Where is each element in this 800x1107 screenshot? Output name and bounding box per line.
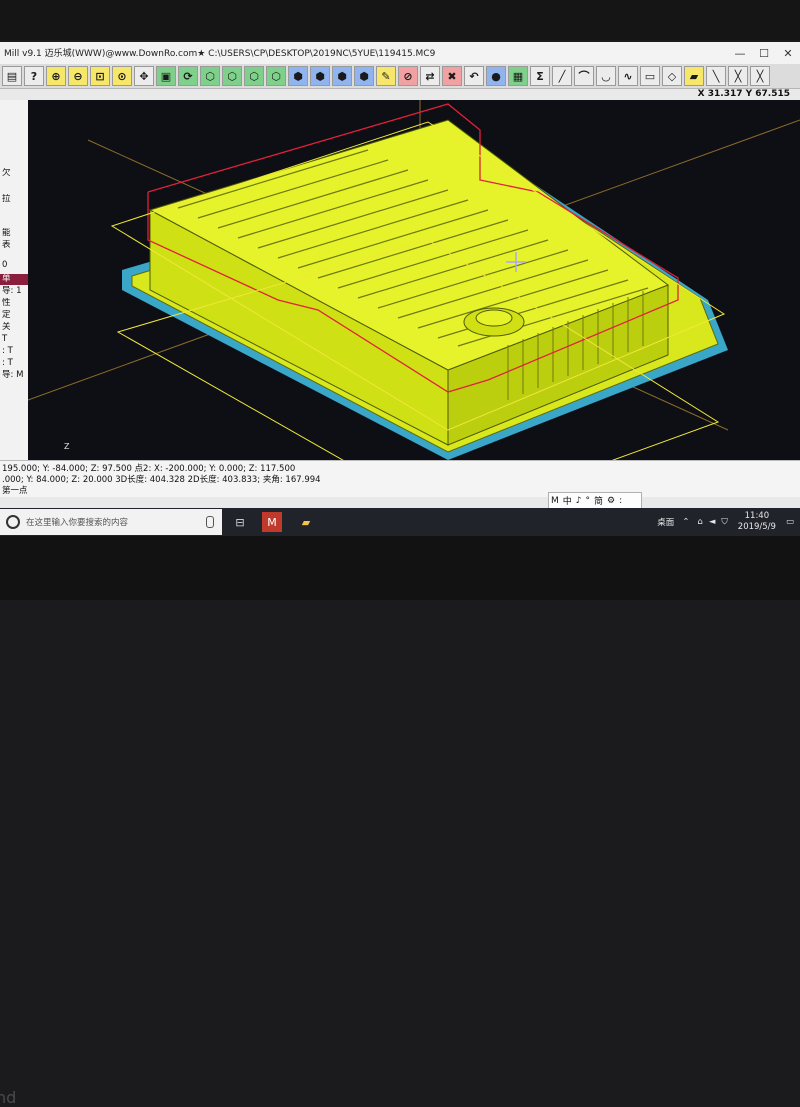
clock[interactable]: 11:40 2019/5/9 [738, 511, 776, 533]
sigma-icon[interactable]: Σ [530, 66, 550, 86]
operation-item[interactable]: : T [0, 346, 28, 357]
zoom-window-icon[interactable]: ⊡ [90, 66, 110, 86]
spline-icon[interactable]: ∿ [618, 66, 638, 86]
operation-item[interactable]: 导: 1 [0, 286, 28, 297]
extend-icon[interactable]: ╳ [728, 66, 748, 86]
pencil-icon[interactable]: ✎ [376, 66, 396, 86]
break-icon[interactable]: ╳ [750, 66, 770, 86]
delete-icon[interactable]: ✖ [442, 66, 462, 86]
cube-shaded-icon[interactable]: ⬢ [310, 66, 330, 86]
status-line-2: .000; Y: 84.000; Z: 20.000 3D长度: 404.328… [2, 475, 321, 485]
search-icon [6, 515, 20, 529]
status-prompt: 第一点 [2, 486, 28, 496]
layers-icon[interactable]: ▦ [508, 66, 528, 86]
ime-item[interactable]: 中 [561, 494, 574, 507]
notification-icon[interactable]: ▭ [786, 517, 794, 527]
transform-icon[interactable]: ⇄ [420, 66, 440, 86]
fillet-icon[interactable]: ◡ [596, 66, 616, 86]
close-button[interactable]: ✕ [776, 42, 800, 64]
monitor-brand: nd [0, 1088, 17, 1107]
line-icon[interactable]: ╱ [552, 66, 572, 86]
operations-panel[interactable]: 欠拉能表 0 单导: 1性定关T: T: T 导: M [0, 100, 29, 460]
ime-toolbar[interactable]: M 中 ♪ ° 简 ⚙: [548, 492, 642, 509]
operation-item[interactable]: : T [0, 358, 28, 369]
ime-item[interactable]: ° [584, 496, 593, 506]
operation-item[interactable]: 关 [0, 322, 28, 333]
window-controls: — ☐ ✕ [728, 42, 800, 64]
undo-icon[interactable]: ↶ [464, 66, 484, 86]
operation-item[interactable]: 0 [0, 260, 28, 271]
help-icon[interactable]: ? [24, 66, 44, 86]
security-icon[interactable]: ⛉ [721, 517, 727, 527]
taskbar-search[interactable]: 在这里输入你要搜索的内容 [0, 509, 222, 535]
operation-item[interactable]: 表 [0, 240, 28, 251]
mastercam-taskbar-icon[interactable]: M [262, 512, 282, 532]
maximize-button[interactable]: ☐ [752, 42, 776, 64]
microphone-icon[interactable] [206, 516, 214, 528]
operation-item[interactable]: 拉 [0, 194, 28, 205]
operation-item[interactable]: 能 [0, 228, 28, 239]
redraw-icon[interactable]: ▣ [156, 66, 176, 86]
view-front-icon[interactable]: ⬡ [222, 66, 242, 86]
operation-item[interactable]: 欠 [0, 168, 28, 179]
solid-box-icon[interactable]: ▰ [684, 66, 704, 86]
pan-icon[interactable]: ✥ [134, 66, 154, 86]
sphere-icon[interactable]: ● [486, 66, 506, 86]
file-explorer-icon[interactable]: ▰ [296, 512, 316, 532]
network-icon[interactable]: ⌂ [697, 517, 702, 527]
title-bar: Mill v9.1 迈乐城(WWW)@www.DownRo.com★ C:\US… [0, 42, 800, 65]
part-drawing [28, 100, 800, 460]
window-title: Mill v9.1 迈乐城(WWW)@www.DownRo.com★ C:\US… [4, 49, 436, 59]
operation-item[interactable]: 定 [0, 310, 28, 321]
chamfer-icon[interactable]: ◇ [662, 66, 682, 86]
minimize-button[interactable]: — [728, 42, 752, 64]
zoom-in-icon[interactable]: ⊕ [46, 66, 66, 86]
view-iso-icon[interactable]: ⬡ [266, 66, 286, 86]
tray-chevron-icon[interactable]: ⌃ [682, 517, 689, 527]
cursor-coordinates: X 31.317 Y 67.515 [697, 89, 790, 99]
zoom-out-icon[interactable]: ⊖ [68, 66, 88, 86]
desktop-label[interactable]: 桌面 [657, 516, 674, 528]
graphics-viewport[interactable]: Z [28, 100, 800, 460]
system-tray: 桌面 ⌃ ⌂ ◄ ⛉ 11:40 2019/5/9 ▭ [657, 508, 794, 536]
cube-wire-icon[interactable]: ⬢ [332, 66, 352, 86]
taskbar: 在这里输入你要搜索的内容 ⊟ M ▰ 桌面 ⌃ ⌂ ◄ ⛉ 11:40 2019… [0, 508, 800, 536]
status-area: 195.000; Y: -84.000; Z: 97.500 点2: X: -2… [0, 460, 800, 497]
ime-item[interactable]: M [549, 496, 561, 506]
boss-inner [475, 309, 513, 327]
monitor-bezel-top [0, 0, 800, 40]
ime-item[interactable]: ⚙ [605, 496, 617, 506]
ime-item[interactable]: 简 [592, 494, 605, 507]
operation-item[interactable]: 导: M [0, 370, 28, 381]
axis-z-label: Z [64, 442, 70, 451]
arc-icon[interactable]: ⌒ [574, 66, 594, 86]
view-side-icon[interactable]: ⬡ [244, 66, 264, 86]
rectangle-icon[interactable]: ▭ [640, 66, 660, 86]
zoom-fit-icon[interactable]: ⊙ [112, 66, 132, 86]
repaint-icon[interactable]: ⟳ [178, 66, 198, 86]
clock-time: 11:40 [744, 511, 770, 521]
ime-item[interactable]: ♪ [574, 496, 584, 506]
save-icon[interactable]: ▤ [2, 66, 22, 86]
view-top-icon[interactable]: ⬡ [200, 66, 220, 86]
toolbar: ▤? ⊕ ⊖ ⊡ ⊙ ✥ ▣ ⟳ ⬡ ⬡ ⬡ ⬡ ⬢ ⬢ ⬢ ⬢ ✎ ⊘ ⇄ ✖ ↶ ● ▦ Σ ╱ ⌒ ◡ ∿ ▭ ◇ ▰ ╲ ╳ ╳ [0, 64, 800, 89]
no-entry-icon[interactable]: ⊘ [398, 66, 418, 86]
ime-item[interactable]: : [617, 496, 624, 506]
cube-icon[interactable]: ⬢ [288, 66, 308, 86]
operation-item[interactable]: 单 [0, 274, 28, 285]
task-view-icon[interactable]: ⊟ [230, 512, 250, 532]
operation-item[interactable]: 性 [0, 298, 28, 309]
monitor-bezel-bottom: nd [0, 536, 800, 1107]
screen: Mill v9.1 迈乐城(WWW)@www.DownRo.com★ C:\US… [0, 42, 800, 536]
volume-icon[interactable]: ◄ [709, 517, 716, 527]
clock-date: 2019/5/9 [737, 522, 776, 532]
operation-item[interactable]: T [0, 334, 28, 345]
search-placeholder: 在这里输入你要搜索的内容 [26, 518, 129, 528]
cube-solid-icon[interactable]: ⬢ [354, 66, 374, 86]
trim-icon[interactable]: ╲ [706, 66, 726, 86]
